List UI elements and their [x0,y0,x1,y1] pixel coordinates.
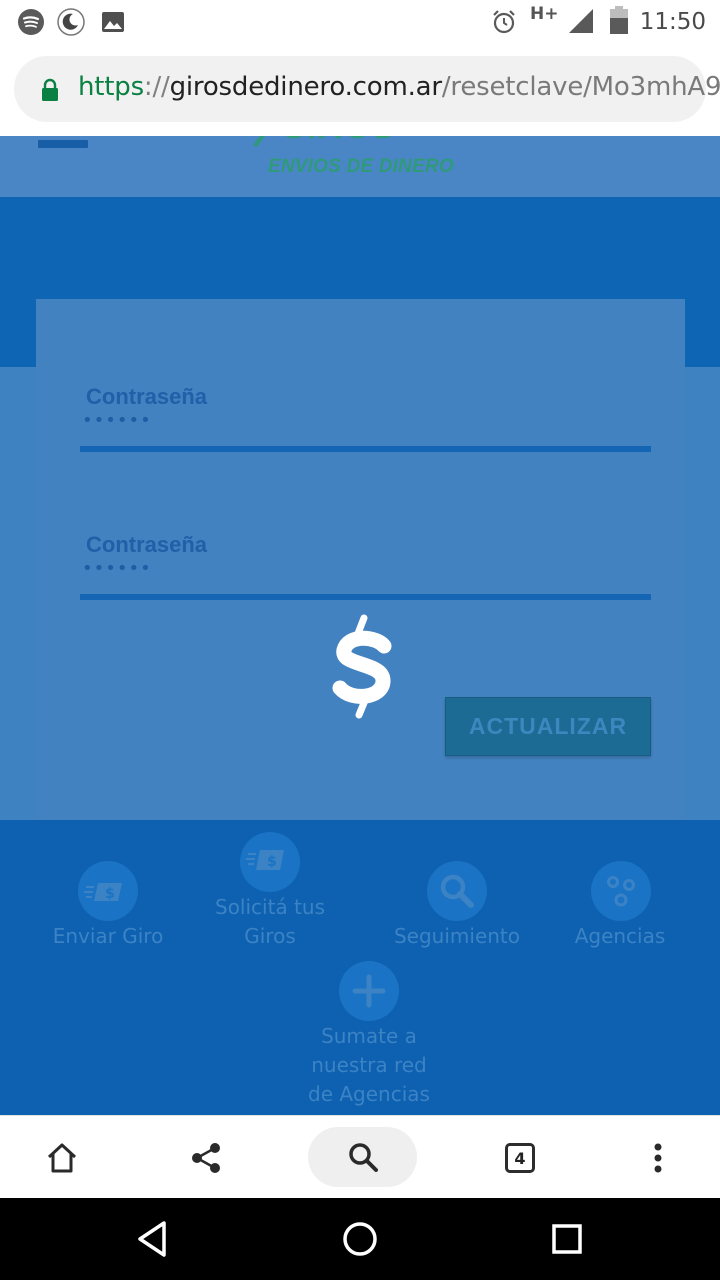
service-label-line-2: Giros [244,924,296,948]
dollar-icon [332,614,392,719]
url-text[interactable]: https://girosdedinero.com.ar/resetclave/… [78,72,720,102]
alarm-icon [493,10,515,34]
lock-icon [42,78,58,101]
recents-icon[interactable] [544,1216,590,1262]
more-button[interactable] [642,1116,674,1199]
logo-subtitle: ENVIOS DE DINERO [268,156,454,177]
service-label-line-2: nuestra red [311,1053,427,1077]
send-money-icon: $ [78,861,138,921]
site-header: GIROS ENVIOS DE DINERO [0,136,720,197]
service-label-line-1: Solicitá tus [215,895,325,919]
location-icon [591,861,651,921]
system-nav-bar [0,1198,720,1280]
battery-icon [610,6,628,34]
home-icon [47,1143,77,1172]
share-button[interactable] [185,1116,227,1199]
service-label-line-3: de Agencias [308,1082,430,1106]
service-label: Seguimiento [393,924,521,948]
status-bar: H+ 11:50 [0,0,720,44]
more-icon [654,1143,662,1172]
back-icon[interactable] [130,1216,176,1262]
password-label: Contraseña [86,384,208,409]
url-host: girosdedinero.com.ar [169,72,442,102]
url-scheme: https [78,72,144,102]
hamburger-icon[interactable] [38,140,88,148]
url-separator: :// [143,72,170,102]
web-page: GIROS ENVIOS DE DINERO Contraseña ••••••… [0,136,720,1115]
service-label: Agencias [574,924,666,948]
image-icon [102,12,124,32]
update-button[interactable]: ACTUALIZAR [445,697,651,756]
search-icon [348,1143,378,1172]
services-section: $ Enviar Giro $ Solicitá tus Giros Segui… [0,820,720,1115]
confirm-password-underline [80,594,651,600]
svg-text:$: $ [105,886,115,902]
confirm-password-value[interactable]: •••••• [82,558,152,579]
plus-icon [339,961,399,1021]
logo-text: GIROS [280,136,396,146]
browser-address-area: https://girosdedinero.com.ar/resetclave/… [0,44,720,136]
url-bar[interactable]: https://girosdedinero.com.ar/resetclave/… [14,56,720,122]
status-time: 11:50 [639,9,706,35]
browser-toolbar: 4 [0,1115,720,1198]
site-logo[interactable]: GIROS [250,136,480,148]
share-icon [192,1142,220,1173]
home-icon[interactable] [337,1216,383,1262]
service-label-line-1: Sumate a [321,1024,417,1048]
request-money-icon: $ [240,832,300,892]
tabs-icon[interactable]: 4 [505,1143,535,1173]
url-path: /resetclave/Mo3mhA9 [441,72,720,102]
home-button[interactable] [40,1116,84,1199]
password-underline [80,446,651,452]
spotify-icon [18,9,44,35]
confirm-password-label: Contraseña [86,532,208,557]
signal-icon [569,9,593,33]
network-type: H+ [530,4,559,24]
service-label: Enviar Giro [52,924,164,948]
search-icon [427,861,487,921]
svg-text:$: $ [267,854,277,870]
night-mode-icon [57,8,85,36]
password-value[interactable]: •••••• [82,410,152,431]
search-button[interactable] [308,1127,417,1187]
